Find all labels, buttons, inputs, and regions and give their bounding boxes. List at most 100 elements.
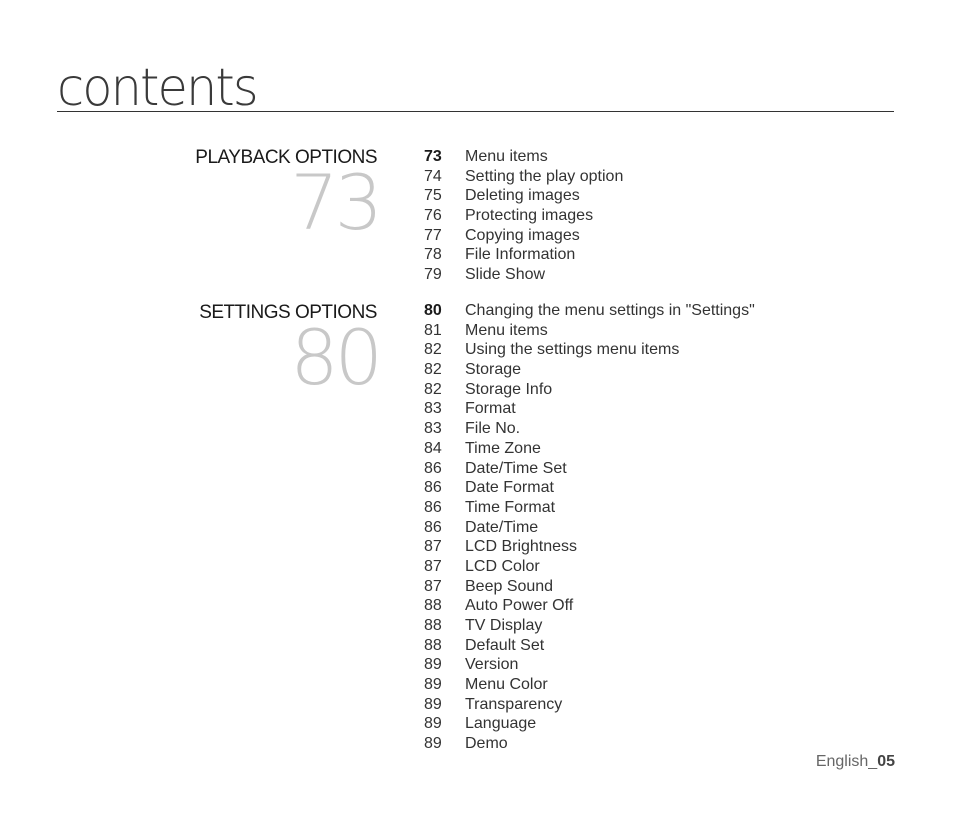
section-header-settings: SETTINGS OPTIONS 80 xyxy=(199,302,383,402)
toc-entry-page: 88 xyxy=(424,597,442,615)
toc-entry-page: 84 xyxy=(424,439,442,457)
footer-language: English_ xyxy=(815,753,878,770)
toc-entry-label: Demo xyxy=(465,735,508,753)
toc-entry[interactable]: 83 File No. xyxy=(424,419,755,439)
toc-entry-page: 86 xyxy=(424,459,442,477)
toc-entry-page: 86 xyxy=(424,479,442,497)
toc-entry[interactable]: 78 File Information xyxy=(424,245,623,265)
section-header-playback: PLAYBACK OPTIONS 73 xyxy=(195,147,383,247)
toc-entry[interactable]: 79 Slide Show xyxy=(424,265,623,285)
toc-entry[interactable]: 89 Transparency xyxy=(424,695,755,715)
toc-entry-label: Date Format xyxy=(465,479,554,497)
toc-entry-label: Storage Info xyxy=(465,380,553,398)
toc-entry-label: Time Format xyxy=(465,498,556,516)
toc-entry-label: Time Zone xyxy=(465,439,541,457)
toc-entry-page: 86 xyxy=(424,498,442,516)
toc-entry[interactable]: 81 Menu items xyxy=(424,321,755,341)
toc-entry[interactable]: 89 Demo xyxy=(424,734,755,754)
toc-entry[interactable]: 87 LCD Brightness xyxy=(424,537,755,557)
toc-entry-page: 83 xyxy=(424,420,442,438)
toc-entry-page: 87 xyxy=(424,557,442,575)
toc-entry[interactable]: 82 Storage Info xyxy=(424,380,755,400)
toc-entry-page: 73 xyxy=(424,148,442,165)
toc-entry[interactable]: 88 Auto Power Off xyxy=(424,596,755,616)
toc-entry-label: Setting the play option xyxy=(465,167,624,185)
toc-entry[interactable]: 82 Using the settings menu items xyxy=(424,340,755,360)
toc-entry-page: 79 xyxy=(424,266,442,284)
toc-entry-label: LCD Brightness xyxy=(465,538,578,556)
toc-entry-page: 78 xyxy=(424,246,442,264)
toc-entry-label: Protecting images xyxy=(465,207,594,225)
toc-entry-label: Slide Show xyxy=(465,266,546,284)
toc-entry-page: 87 xyxy=(424,577,442,595)
toc-entry[interactable]: 88 Default Set xyxy=(424,636,755,656)
toc-entry-page: 82 xyxy=(424,380,442,398)
toc-entry-page: 76 xyxy=(424,207,442,225)
toc-entry[interactable]: 86 Date Format xyxy=(424,478,755,498)
toc-entry[interactable]: 84 Time Zone xyxy=(424,439,755,459)
toc-entry-page: 87 xyxy=(424,538,442,556)
toc-entry[interactable]: 74 Setting the play option xyxy=(424,167,623,187)
toc-entry[interactable]: 82 Storage xyxy=(424,360,755,380)
toc-entry[interactable]: 86 Date/Time xyxy=(424,518,755,538)
toc-entry-label: Using the settings menu items xyxy=(465,341,680,359)
toc-entry-label: Format xyxy=(465,400,516,418)
toc-entry-label: Transparency xyxy=(465,695,563,713)
toc-entry-label: File Information xyxy=(465,246,576,264)
toc-entry-page: 81 xyxy=(424,321,442,339)
toc-entry[interactable]: 86 Date/Time Set xyxy=(424,459,755,479)
toc-entry-page: 80 xyxy=(424,302,442,319)
toc-entry-label: File No. xyxy=(465,420,521,438)
toc-entry-label: Date/Time xyxy=(465,518,539,536)
toc-entry-page: 82 xyxy=(424,341,442,359)
toc-entry-page: 88 xyxy=(424,617,442,634)
footer-page-number: 05 xyxy=(877,753,895,770)
toc-entry[interactable]: 76 Protecting images xyxy=(424,206,623,226)
toc-entry-label: Menu items xyxy=(465,148,548,165)
toc-entry-page: 89 xyxy=(424,735,442,753)
toc-entry-page: 83 xyxy=(424,400,442,418)
toc-entry[interactable]: 73 Menu items xyxy=(424,147,623,167)
section-start-page: 80 xyxy=(290,313,383,402)
toc-entry-page: 89 xyxy=(424,676,442,694)
toc-entry-label: Auto Power Off xyxy=(465,597,574,615)
toc-entry-label: Language xyxy=(465,715,537,733)
page-title: contents xyxy=(57,58,259,118)
toc-entry-label: Copying images xyxy=(465,226,580,244)
toc-entry[interactable]: 88 TV Display xyxy=(424,616,755,636)
toc-entry-page: 82 xyxy=(424,361,442,379)
title-divider xyxy=(57,111,894,112)
toc-entry-label: Date/Time Set xyxy=(465,459,567,477)
toc-entry[interactable]: 89 Language xyxy=(424,714,755,734)
section-start-page: 73 xyxy=(290,158,383,247)
toc-entry-label: Storage xyxy=(465,361,522,379)
toc-entry-label: Changing the menu settings in "Settings" xyxy=(465,302,755,319)
toc-entry[interactable]: 87 LCD Color xyxy=(424,557,755,577)
toc-list-settings: 80 Changing the menu settings in "Setting… xyxy=(424,301,755,754)
toc-entry[interactable]: 87 Beep Sound xyxy=(424,577,755,597)
toc-entry-label: Version xyxy=(465,656,519,674)
toc-entry-page: 77 xyxy=(424,226,442,244)
page-footer: English_05 xyxy=(816,753,895,771)
toc-entry[interactable]: 86 Time Format xyxy=(424,498,755,518)
toc-list-playback: 73 Menu items 74 Setting the play option 75 D… xyxy=(424,147,623,285)
toc-entry-label: Default Set xyxy=(465,636,545,654)
toc-entry-label: Menu Color xyxy=(465,676,548,694)
toc-entry-page: 74 xyxy=(424,167,442,185)
toc-entry[interactable]: 75 Deleting images xyxy=(424,186,623,206)
toc-entry-page: 75 xyxy=(424,187,442,205)
toc-entry[interactable]: 89 Menu Color xyxy=(424,675,755,695)
toc-entry-label: TV Display xyxy=(465,617,543,634)
toc-entry-label: Deleting images xyxy=(465,187,580,205)
toc-entry-label: LCD Color xyxy=(465,557,540,575)
toc-entry[interactable]: 80 Changing the menu settings in "Setting… xyxy=(424,301,755,321)
toc-entry[interactable]: 89 Version xyxy=(424,655,755,675)
toc-entry-page: 88 xyxy=(424,636,442,654)
toc-entry-page: 89 xyxy=(424,715,442,733)
toc-entry[interactable]: 83 Format xyxy=(424,399,755,419)
toc-entry[interactable]: 77 Copying images xyxy=(424,226,623,246)
toc-entry-page: 86 xyxy=(424,518,442,536)
toc-entry-label: Menu items xyxy=(465,321,548,339)
toc-entry-page: 89 xyxy=(424,695,442,713)
toc-entry-label: Beep Sound xyxy=(465,577,554,595)
